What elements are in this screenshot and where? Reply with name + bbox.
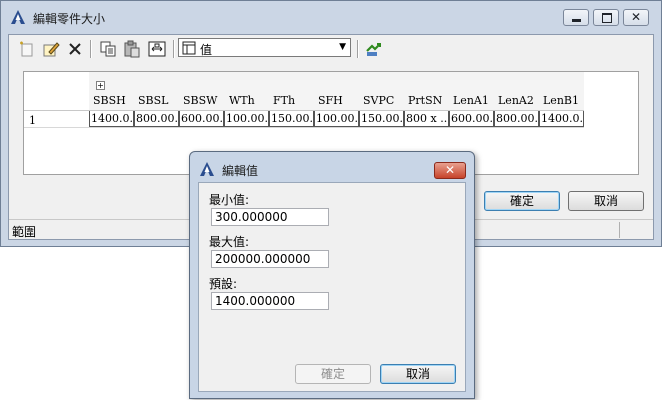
column-header[interactable]: LenB1 (543, 94, 579, 110)
column-header[interactable]: SBSL (138, 94, 168, 110)
table-cell[interactable]: 100.00... (314, 111, 359, 127)
autocad-app-icon (11, 10, 25, 24)
default-value-field[interactable] (211, 292, 329, 310)
close-icon: ✕ (630, 10, 642, 24)
fit-icon[interactable] (147, 39, 167, 59)
minimize-button[interactable] (563, 9, 589, 26)
table-cell[interactable]: 600.00... (179, 111, 224, 127)
dialog-ok-button[interactable]: 確定 (295, 364, 371, 384)
dialog-title: 編輯值 (222, 164, 259, 178)
chevron-down-icon: ▼ (339, 42, 346, 52)
row-index[interactable]: 1 (29, 114, 36, 127)
new-row-icon[interactable] (17, 39, 37, 59)
close-icon: ✕ (444, 163, 456, 177)
column-header[interactable]: SFH (318, 94, 343, 110)
close-button[interactable]: ✕ (623, 9, 649, 26)
table-cell[interactable]: 800.00... (134, 111, 179, 127)
table-cell[interactable]: 1400.0... (89, 111, 134, 127)
column-header[interactable]: LenA1 (453, 94, 489, 110)
edit-value-dialog: 編輯值 ✕ 最小值: 最大值: 預設: 確定 取消 (189, 151, 475, 399)
combo-value: 值 (200, 43, 213, 57)
minimize-icon (572, 19, 581, 22)
window-title: 編輯零件大小 (33, 12, 106, 26)
column-header[interactable]: SVPC (363, 94, 394, 110)
table-cell[interactable]: 150.00... (359, 111, 404, 127)
toolbar: 值 ▼ (9, 35, 653, 63)
title-bar[interactable]: 編輯零件大小 ✕ (1, 1, 661, 34)
copy-icon[interactable] (98, 39, 118, 59)
edit-icon[interactable] (41, 39, 61, 59)
maximize-button[interactable] (593, 9, 619, 26)
dialog-cancel-button[interactable]: 取消 (380, 364, 456, 384)
expand-icon[interactable]: + (96, 81, 105, 90)
column-header[interactable]: WTh (229, 94, 255, 110)
table-cell[interactable]: 1400.0... (539, 111, 584, 127)
view-combo[interactable]: 值 ▼ (178, 38, 351, 57)
column-header[interactable]: PrtSN (408, 94, 442, 110)
status-divider (619, 222, 620, 238)
column-header[interactable]: FTh (273, 94, 295, 110)
column-header[interactable]: SBSH (93, 94, 126, 110)
row-divider (24, 127, 584, 128)
table-cell[interactable]: 800 x ... (404, 111, 449, 127)
table-cell[interactable]: 800.00... (494, 111, 539, 127)
dialog-close-button[interactable]: ✕ (434, 162, 466, 179)
maximize-icon (602, 13, 612, 23)
cancel-button[interactable]: 取消 (568, 191, 644, 211)
toolbar-separator (173, 40, 175, 58)
table-cell[interactable]: 100.00... (224, 111, 269, 127)
table-icon (182, 41, 196, 55)
delete-icon[interactable] (65, 39, 85, 59)
ok-button[interactable]: 確定 (484, 191, 560, 211)
max-label: 最大值: (209, 235, 250, 249)
toolbar-separator (90, 40, 92, 58)
min-value-field[interactable] (211, 208, 329, 226)
table-cell[interactable]: 600.00... (449, 111, 494, 127)
default-label: 預設: (209, 277, 238, 291)
paste-icon[interactable] (122, 39, 142, 59)
table-cell[interactable]: 150.00... (269, 111, 314, 127)
status-text: 範圍 (12, 225, 37, 239)
min-label: 最小值: (209, 193, 250, 207)
toolbar-separator (357, 40, 359, 58)
max-value-field[interactable] (211, 250, 329, 268)
dialog-body: 最小值: 最大值: 預設: 確定 取消 (198, 182, 466, 392)
column-header[interactable]: LenA2 (498, 94, 534, 110)
link-icon[interactable] (364, 39, 384, 59)
autocad-app-icon (200, 162, 214, 176)
column-header[interactable]: SBSW (183, 94, 217, 110)
